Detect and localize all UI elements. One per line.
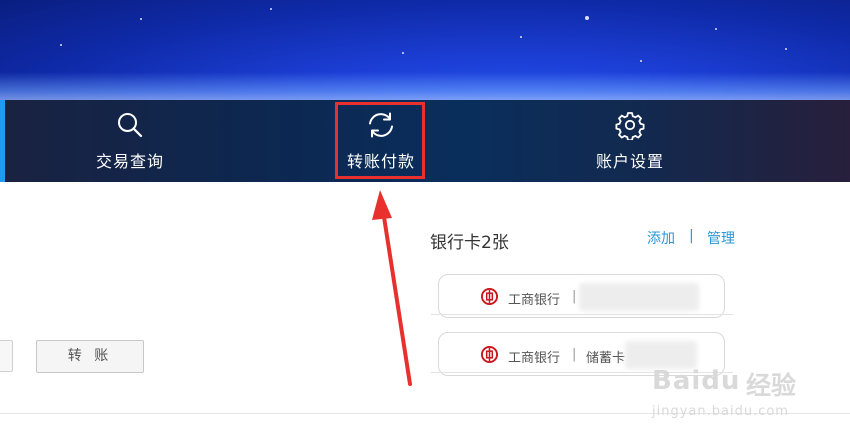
partial-button[interactable] (0, 340, 13, 372)
watermark-brand: Baidu (652, 366, 741, 396)
card-divider (431, 314, 733, 315)
add-card-link[interactable]: 添加 (647, 228, 675, 248)
bank-name-separator: | (572, 289, 577, 304)
icbc-logo-icon (481, 288, 498, 305)
bank-name: 工商银行 (508, 293, 561, 308)
transfer-button[interactable]: 转 账 (36, 340, 144, 373)
main-nav: 交易查询 转账付款 账户设置 (0, 100, 850, 182)
search-icon (118, 113, 143, 138)
nav-item-label: 交易查询 (95, 152, 164, 171)
nav-item-transaction-query[interactable]: 交易查询 (45, 100, 215, 182)
bank-cards-title: 银行卡2张 (430, 233, 509, 253)
masked-card-number (579, 283, 699, 311)
watermark-suffix: 经验 (746, 371, 797, 400)
highlight-box-annotation (335, 102, 425, 179)
header-banner (0, 0, 850, 100)
nav-item-account-settings[interactable]: 账户设置 (545, 100, 715, 182)
bank-card-item[interactable]: 工商银行 | (438, 274, 725, 318)
icbc-logo-icon (481, 346, 498, 363)
gear-icon (615, 112, 645, 140)
bank-name-separator: | (572, 347, 577, 362)
card-type: 储蓄卡 (586, 351, 626, 366)
bank-name: 工商银行 (508, 351, 561, 366)
annotation-arrow-icon (372, 190, 412, 386)
nav-accent-bar (0, 100, 5, 182)
manage-cards-link[interactable]: 管理 (707, 228, 735, 248)
baidu-jingyan-watermark: Baidu 经验 jingyan.baidu.com (652, 360, 850, 446)
link-separator: | (689, 228, 694, 244)
watermark-url: jingyan.baidu.com (652, 404, 789, 419)
nav-item-label: 账户设置 (595, 152, 664, 171)
